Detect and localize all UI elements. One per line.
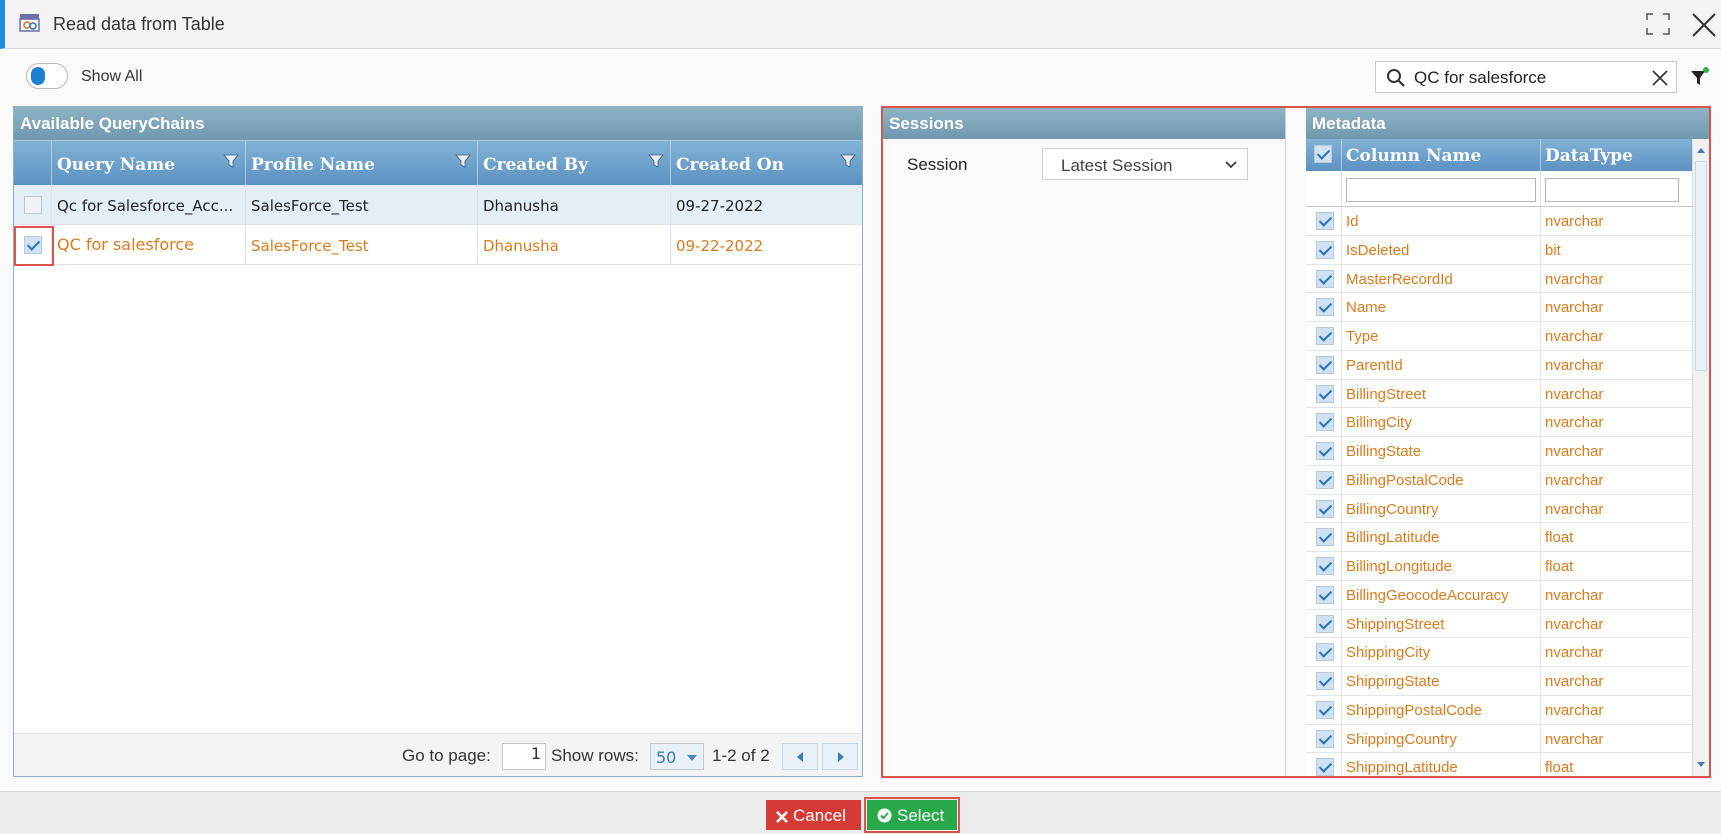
created-on-cell: 09-22-2022 — [676, 237, 764, 255]
filter-icon[interactable] — [455, 153, 471, 169]
cancel-label: Cancel — [793, 806, 846, 825]
rows-per-page-select[interactable]: 50 — [650, 743, 704, 770]
filter-icon[interactable] — [223, 153, 239, 169]
column-header-profile-name[interactable]: Profile Name — [246, 141, 478, 185]
column-label: Profile Name — [251, 155, 375, 175]
show-rows-label: Show rows: — [551, 746, 639, 765]
query-chains-title: Available QueryChains — [14, 107, 862, 140]
window-title: Read data from Table — [53, 14, 225, 34]
column-label: Created By — [483, 155, 589, 175]
table-row[interactable]: Qc for Salesforce_Acc... SalesForce_Test… — [14, 185, 862, 225]
query-name-cell: Qc for Salesforce_Acc... — [52, 185, 246, 224]
check-circle-icon — [877, 808, 892, 823]
search-icon — [1387, 69, 1405, 87]
column-label: Created On — [676, 155, 784, 175]
query-chains-panel: Available QueryChains Query Name Profile… — [13, 106, 863, 777]
show-all-toggle[interactable] — [26, 63, 68, 89]
close-icon[interactable] — [1690, 11, 1718, 39]
page-number-value: 1 — [530, 744, 541, 763]
header-checkbox-cell — [14, 141, 52, 185]
filter-icon[interactable] — [1690, 66, 1710, 88]
filter-icon[interactable] — [648, 153, 664, 169]
next-arrow-icon — [838, 752, 844, 762]
search-input[interactable] — [1414, 66, 1634, 90]
show-all-label: Show All — [81, 68, 143, 85]
query-chains-header: Query Name Profile Name Created By Creat… — [14, 140, 862, 185]
row-select-cell — [14, 185, 52, 224]
title-bar: Read data from Table — [0, 0, 1721, 49]
column-header-created-by[interactable]: Created By — [478, 141, 671, 185]
query-name-cell: QC for salesforce — [52, 225, 246, 264]
next-page-button[interactable] — [822, 743, 858, 770]
toggle-knob — [31, 67, 45, 85]
clear-search-icon[interactable] — [1651, 69, 1669, 87]
column-header-query-name[interactable]: Query Name — [52, 141, 246, 185]
select-label: Select — [897, 806, 945, 825]
selection-highlight — [14, 226, 54, 266]
created-by-cell: Dhanusha — [478, 225, 671, 264]
created-by-cell: Dhanusha — [478, 185, 671, 224]
cancel-button[interactable]: Cancel — [766, 800, 861, 830]
row-checkbox[interactable] — [24, 196, 42, 214]
pager: Go to page: 1 Show rows: 50 1-2 of 2 — [14, 733, 862, 776]
caret-down-icon — [687, 755, 697, 761]
maximize-icon[interactable] — [1645, 12, 1671, 36]
created-on-cell: 09-27-2022 — [676, 197, 764, 215]
close-icon — [776, 811, 788, 823]
right-panels-highlight — [881, 106, 1711, 778]
search-box — [1375, 61, 1677, 93]
filter-icon[interactable] — [840, 153, 856, 169]
page-range: 1-2 of 2 — [712, 746, 770, 765]
previous-page-button[interactable] — [782, 743, 818, 770]
go-to-page-label: Go to page: — [402, 746, 491, 765]
profile-name-cell: SalesForce_Test — [246, 185, 478, 224]
column-label: Query Name — [57, 155, 176, 175]
table-row[interactable]: QC for salesforce SalesForce_Test Dhanus… — [14, 225, 862, 265]
column-header-created-on[interactable]: Created On — [671, 141, 862, 185]
rows-per-page-value: 50 — [656, 748, 677, 767]
page-number-input[interactable]: 1 — [502, 743, 546, 770]
select-button[interactable]: Select — [864, 797, 960, 833]
profile-name-cell: SalesForce_Test — [246, 225, 478, 264]
prev-arrow-icon — [797, 752, 803, 762]
table-icon — [19, 14, 40, 32]
